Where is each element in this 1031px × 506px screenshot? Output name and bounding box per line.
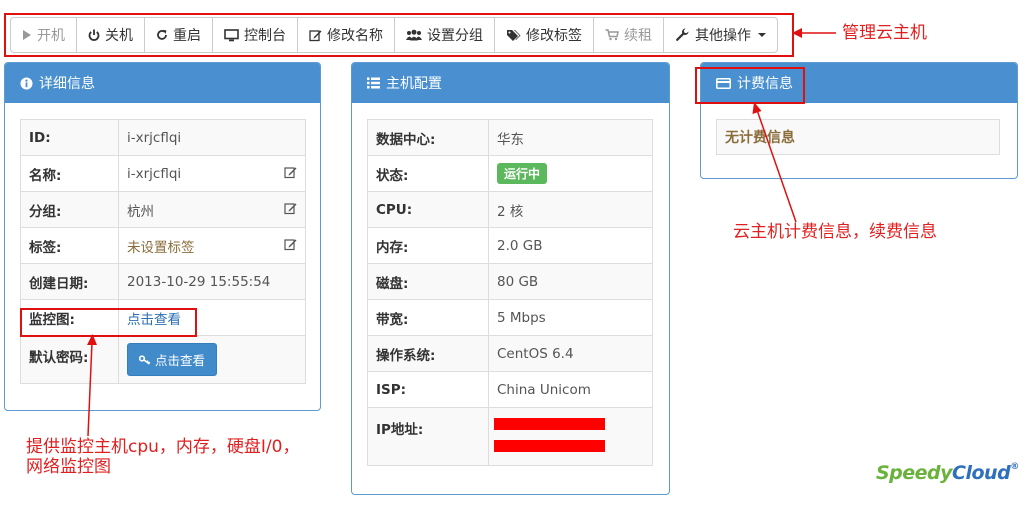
speedycloud-logo: SpeedyCloud® xyxy=(876,462,1019,484)
row-label: 创建日期: xyxy=(20,263,119,300)
row-label: 操作系统: xyxy=(367,335,489,372)
row-value: 2013-10-29 15:55:54 xyxy=(118,263,306,300)
row-value: China Unicom xyxy=(488,371,653,408)
row-label: 分组: xyxy=(20,191,119,228)
config-panel-header: 主机配置 xyxy=(352,63,669,103)
row-label: ISP: xyxy=(367,371,489,408)
annotation-arrow-billing xyxy=(752,102,797,223)
table-row: IP地址: xyxy=(367,407,653,466)
row-label: 磁盘: xyxy=(367,263,489,300)
table-row: 名称: i-xrjcflqi xyxy=(20,155,306,192)
row-value: i-xrjcflqi xyxy=(127,165,182,182)
redacted-ip-2 xyxy=(494,440,605,452)
info-circle-icon xyxy=(20,77,33,89)
table-row: 标签: 未设置标签 xyxy=(20,227,306,264)
toolbar-highlight-box xyxy=(4,13,794,57)
table-row: ISP: China Unicom xyxy=(367,371,653,408)
annotation-monitor-line2: 网络监控图 xyxy=(26,457,111,477)
row-label: 带宽: xyxy=(367,299,489,336)
table-row: CPU: 2 核 xyxy=(367,191,653,228)
annotation-monitor-line1: 提供监控主机cpu，内存，硬盘I/0， xyxy=(26,437,300,457)
row-label: 数据中心: xyxy=(367,119,489,156)
table-row: 磁盘: 80 GB xyxy=(367,263,653,300)
annotation-billing: 云主机计费信息，续费信息 xyxy=(733,222,937,242)
logo-registered-mark: ® xyxy=(1010,462,1019,472)
row-value: 2 核 xyxy=(488,191,653,228)
password-view-label: 点击查看 xyxy=(155,353,206,368)
row-value: CentOS 6.4 xyxy=(488,335,653,372)
status-cell: 运行中 xyxy=(488,155,653,192)
row-label: CPU: xyxy=(367,191,489,228)
table-row: 带宽: 5 Mbps xyxy=(367,299,653,336)
details-panel: 详细信息 ID: i-xrjcflqi 名称: i-xrjcflqi 分组: 杭… xyxy=(4,62,321,411)
config-table: 数据中心: 华东 状态: 运行中 CPU: 2 核 内存: 2.0 GB 磁盘:… xyxy=(367,119,653,466)
row-label: IP地址: xyxy=(367,407,489,466)
annotation-manage: 管理云主机 xyxy=(842,23,927,43)
details-table: ID: i-xrjcflqi 名称: i-xrjcflqi 分组: 杭州 标签:… xyxy=(20,119,306,384)
table-row: 默认密码: 点击查看 xyxy=(20,335,306,384)
details-panel-header: 详细信息 xyxy=(5,63,320,103)
row-value: 5 Mbps xyxy=(488,299,653,336)
row-value: i-xrjcflqi xyxy=(118,119,306,156)
billing-highlight-box xyxy=(695,67,805,104)
logo-part-cloud: Cloud xyxy=(952,462,1011,484)
row-label: 状态: xyxy=(367,155,489,192)
annotation-arrow-manage xyxy=(792,28,836,38)
logo-part-speedy: Speedy xyxy=(876,462,953,484)
status-badge: 运行中 xyxy=(497,163,548,184)
table-row: 创建日期: 2013-10-29 15:55:54 xyxy=(20,263,306,300)
table-row: 状态: 运行中 xyxy=(367,155,653,192)
table-row: 操作系统: CentOS 6.4 xyxy=(367,335,653,372)
group-cell: 杭州 xyxy=(118,191,306,228)
monitor-highlight-box xyxy=(20,308,197,337)
row-label: ID: xyxy=(20,119,119,156)
row-value: 2.0 GB xyxy=(488,227,653,264)
row-value: 80 GB xyxy=(488,263,653,300)
annotation-arrow-monitor xyxy=(87,334,97,437)
row-label: 标签: xyxy=(20,227,119,264)
table-row: ID: i-xrjcflqi xyxy=(20,119,306,156)
password-view-button[interactable]: 点击查看 xyxy=(127,343,218,376)
table-row: 内存: 2.0 GB xyxy=(367,227,653,264)
table-row: 数据中心: 华东 xyxy=(367,119,653,156)
details-panel-title: 详细信息 xyxy=(39,76,95,92)
row-value: 未设置标签 xyxy=(127,239,195,256)
config-panel: 主机配置 数据中心: 华东 状态: 运行中 CPU: 2 核 内存: 2.0 G… xyxy=(351,62,670,495)
key-icon xyxy=(139,354,151,365)
list-icon xyxy=(367,77,380,89)
tags-cell: 未设置标签 xyxy=(118,227,306,264)
row-value: 杭州 xyxy=(127,203,154,220)
edit-tags-icon[interactable] xyxy=(284,238,297,251)
row-value: 华东 xyxy=(488,119,653,156)
edit-group-icon[interactable] xyxy=(284,202,297,215)
edit-name-icon[interactable] xyxy=(284,166,297,179)
config-panel-title: 主机配置 xyxy=(386,76,442,92)
password-cell: 点击查看 xyxy=(118,335,306,384)
row-label: 内存: xyxy=(367,227,489,264)
ip-address-cell xyxy=(488,407,653,466)
name-cell: i-xrjcflqi xyxy=(118,155,306,192)
table-row: 分组: 杭州 xyxy=(20,191,306,228)
redacted-ip-1 xyxy=(494,418,605,430)
row-label: 默认密码: xyxy=(20,335,119,384)
row-label: 名称: xyxy=(20,155,119,192)
